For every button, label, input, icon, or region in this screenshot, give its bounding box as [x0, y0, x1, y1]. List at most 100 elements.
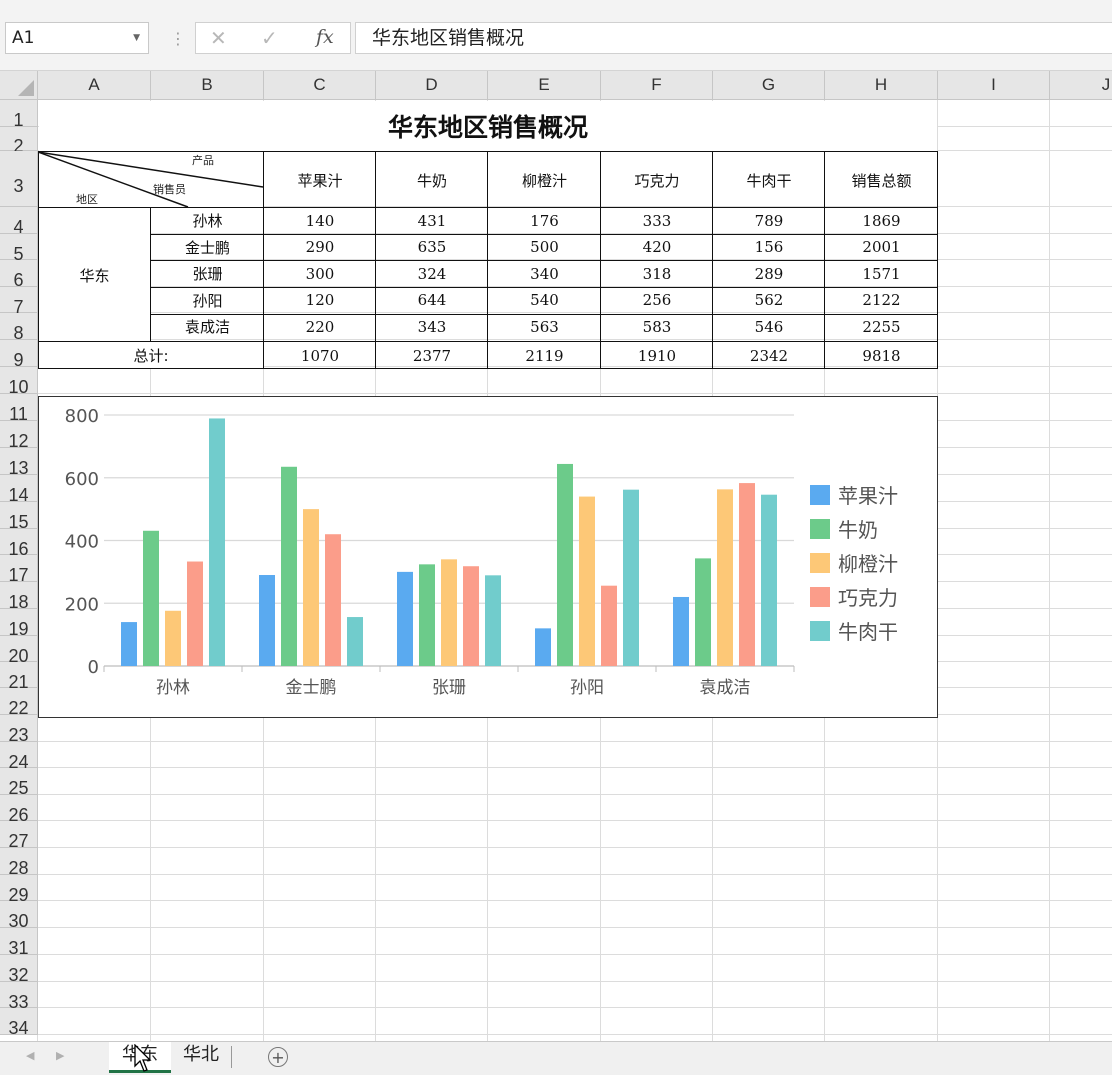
data-cell[interactable]: 220: [264, 313, 376, 340]
column-header[interactable]: H: [825, 71, 938, 100]
grand-total-cell[interactable]: 9818: [825, 342, 938, 369]
row-header[interactable]: 7: [0, 287, 38, 317]
data-cell[interactable]: 120: [264, 287, 376, 313]
row-header[interactable]: 20: [0, 636, 38, 666]
name-box-dropdown-icon[interactable]: ▼: [133, 23, 140, 53]
data-cell[interactable]: 562: [713, 287, 825, 313]
row-header[interactable]: 13: [0, 448, 38, 478]
data-cell[interactable]: 140: [264, 207, 376, 234]
data-cell[interactable]: 789: [713, 207, 825, 234]
column-header[interactable]: E: [488, 71, 601, 100]
row-header[interactable]: 32: [0, 955, 38, 985]
row-header[interactable]: 18: [0, 582, 38, 612]
column-header[interactable]: D: [376, 71, 488, 100]
column-header[interactable]: B: [151, 71, 264, 100]
header-product: 牛奶: [416, 171, 447, 190]
row-total-cell[interactable]: 2122: [825, 287, 938, 313]
worksheet-grid[interactable]: ABCDEFGHIJ 1 2 3 4 5 6 7 8 9 10 11 12 13 14 15 16 17 18 19…: [0, 71, 1112, 1041]
row-header[interactable]: 25: [0, 768, 38, 798]
column-header[interactable]: A: [38, 71, 151, 100]
data-cell[interactable]: 300: [264, 260, 376, 287]
row-header[interactable]: 10: [0, 367, 38, 397]
row-header[interactable]: 33: [0, 982, 38, 1012]
row-header[interactable]: 34: [0, 1008, 38, 1038]
sum-cell[interactable]: 2342: [713, 342, 825, 369]
row-header[interactable]: 17: [0, 555, 38, 585]
column-header[interactable]: I: [938, 71, 1050, 100]
row-header[interactable]: 5: [0, 234, 38, 264]
formula-input[interactable]: 华东地区销售概况: [355, 22, 1112, 54]
add-sheet-button[interactable]: +: [268, 1047, 288, 1067]
row-header[interactable]: 8: [0, 313, 38, 343]
row-header[interactable]: 27: [0, 821, 38, 851]
row-total-cell[interactable]: 1869: [825, 207, 938, 234]
sum-cell[interactable]: 2119: [488, 342, 601, 369]
row-header[interactable]: 9: [0, 340, 38, 370]
chart-bar: [623, 489, 639, 666]
select-all-button[interactable]: [0, 71, 38, 100]
row-header[interactable]: 28: [0, 848, 38, 878]
row-header[interactable]: 2: [0, 127, 38, 156]
row-header[interactable]: 15: [0, 502, 38, 532]
data-cell[interactable]: 500: [488, 234, 601, 260]
row-header[interactable]: 29: [0, 875, 38, 905]
sheet-tab-huabei[interactable]: 华北: [172, 1042, 230, 1070]
enter-icon[interactable]: ✓: [261, 26, 278, 50]
row-header[interactable]: 14: [0, 475, 38, 505]
data-cell[interactable]: 420: [601, 234, 713, 260]
data-cell[interactable]: 290: [264, 234, 376, 260]
chart-bar: [347, 617, 363, 666]
name-box[interactable]: A1 ▼: [5, 22, 149, 54]
data-cell[interactable]: 333: [601, 207, 713, 234]
sum-cell[interactable]: 1910: [601, 342, 713, 369]
row-total-cell[interactable]: 1571: [825, 260, 938, 287]
sales-chart[interactable]: 0 200 400 600 800 孙林 金士鹏 张珊 孙阳 袁成洁 苹果汁 牛奶 柳橙汁 巧克力 牛肉干: [38, 396, 938, 718]
sum-cell[interactable]: 2377: [376, 342, 488, 369]
row-total-cell[interactable]: 2255: [825, 313, 938, 340]
tab-divider: [231, 1046, 232, 1068]
table-border: [150, 207, 151, 342]
sheet-tab-bar: ◀ ▶ 华东 华北 +: [0, 1041, 1112, 1075]
data-cell[interactable]: 546: [713, 313, 825, 340]
data-cell[interactable]: 289: [713, 260, 825, 287]
prev-sheet-icon[interactable]: ◀: [26, 1049, 34, 1062]
row-header[interactable]: 23: [0, 715, 38, 745]
row-header[interactable]: 16: [0, 529, 38, 559]
data-cell[interactable]: 324: [376, 260, 488, 287]
row-header[interactable]: 22: [0, 688, 38, 718]
row-header[interactable]: 19: [0, 609, 38, 639]
row-header[interactable]: 12: [0, 421, 38, 451]
next-sheet-icon[interactable]: ▶: [56, 1049, 64, 1062]
row-header[interactable]: 21: [0, 662, 38, 692]
row-total-cell[interactable]: 2001: [825, 234, 938, 260]
data-cell[interactable]: 644: [376, 287, 488, 313]
data-cell[interactable]: 431: [376, 207, 488, 234]
data-cell[interactable]: 340: [488, 260, 601, 287]
data-cell[interactable]: 256: [601, 287, 713, 313]
chart-bar: [419, 564, 435, 666]
row-header[interactable]: 30: [0, 901, 38, 931]
data-cell[interactable]: 318: [601, 260, 713, 287]
column-header[interactable]: G: [713, 71, 825, 100]
data-cell[interactable]: 176: [488, 207, 601, 234]
data-cell[interactable]: 635: [376, 234, 488, 260]
data-cell[interactable]: 343: [376, 313, 488, 340]
column-header[interactable]: C: [264, 71, 376, 100]
insert-function-icon[interactable]: fx: [316, 26, 334, 48]
row-header[interactable]: 3: [0, 151, 38, 207]
data-cell[interactable]: 583: [601, 313, 713, 340]
column-header[interactable]: J: [1050, 71, 1112, 100]
column-header[interactable]: F: [601, 71, 713, 100]
row-header[interactable]: 4: [0, 207, 38, 237]
data-cell[interactable]: 156: [713, 234, 825, 260]
data-cell[interactable]: 540: [488, 287, 601, 313]
row-header[interactable]: 6: [0, 260, 38, 290]
row-header[interactable]: 31: [0, 928, 38, 958]
cancel-icon[interactable]: ✕: [210, 26, 227, 50]
data-cell[interactable]: 563: [488, 313, 601, 340]
row-header[interactable]: 26: [0, 795, 38, 825]
sum-cell[interactable]: 1070: [264, 342, 376, 369]
row-header[interactable]: 24: [0, 742, 38, 772]
row-header[interactable]: 1: [0, 100, 38, 130]
row-header[interactable]: 11: [0, 394, 38, 424]
